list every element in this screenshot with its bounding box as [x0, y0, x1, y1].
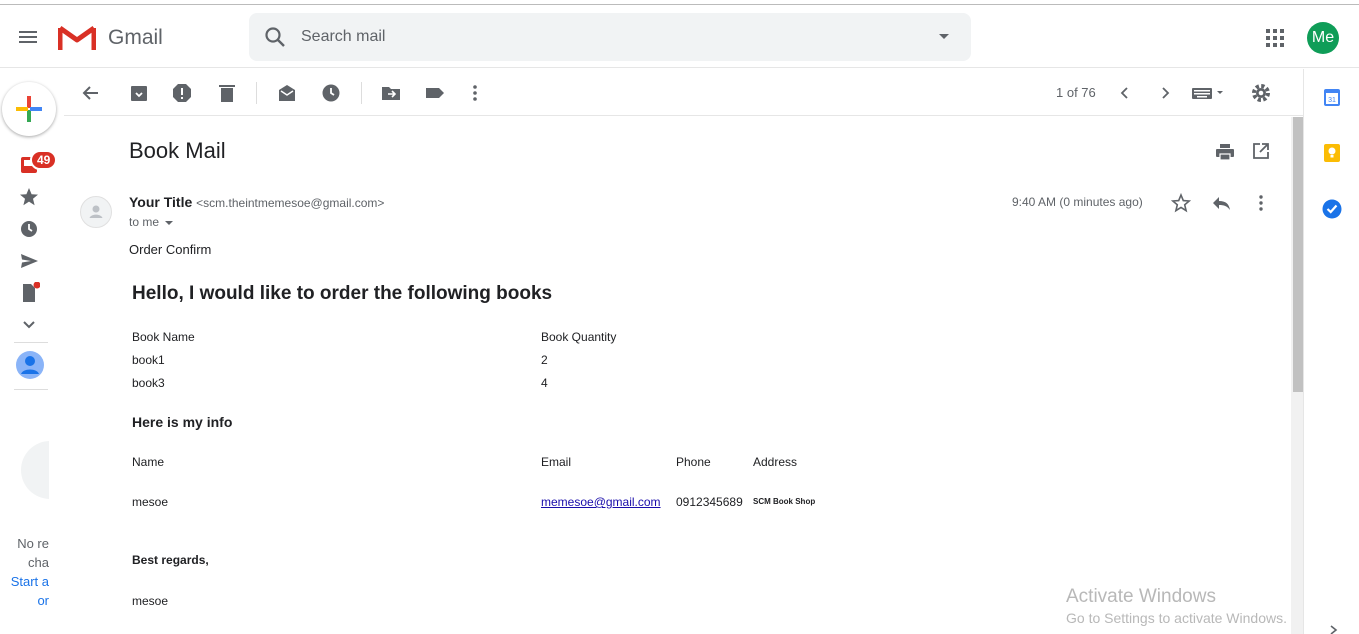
person-icon	[89, 205, 103, 218]
brand-name: Gmail	[108, 26, 163, 49]
sender-avatar[interactable]	[80, 196, 112, 228]
clock-icon[interactable]	[320, 82, 342, 104]
svg-text:31: 31	[1328, 97, 1336, 104]
sender-email: <scm.theintmemesoe@gmail.com>	[196, 196, 385, 210]
archive-icon[interactable]	[128, 82, 150, 104]
search-options-dropdown-icon[interactable]	[939, 34, 949, 39]
open-in-new-icon[interactable]	[1251, 141, 1271, 161]
compose-button[interactable]	[2, 82, 56, 136]
sender-name: Your Title	[129, 194, 193, 210]
recipient-label: to me	[129, 215, 160, 229]
email-subject: Book Mail	[129, 138, 226, 163]
start-chat-link[interactable]: or	[37, 593, 49, 608]
book-quantity-cell: 4	[541, 376, 548, 390]
customer-email-link[interactable]: memesoe@gmail.com	[541, 495, 661, 509]
closing-text: Best regards,	[132, 553, 209, 567]
start-chat-link[interactable]: Start a	[11, 574, 49, 589]
message-toolbar: 1 of 76	[64, 70, 1304, 116]
books-table-header: Book Quantity	[541, 330, 617, 344]
account-avatar[interactable]: Me	[1307, 22, 1339, 54]
hamburger-icon	[19, 31, 37, 33]
customer-address-cell: SCM Book Shop	[753, 497, 816, 506]
label-icon[interactable]	[424, 82, 446, 104]
more-vert-icon[interactable]	[1251, 193, 1271, 213]
chat-empty-text: cha	[28, 555, 49, 570]
compose-plus-icon	[16, 96, 42, 122]
info-table-header: Name	[132, 455, 165, 469]
drafts-icon[interactable]	[18, 282, 40, 304]
calendar-icon[interactable]: 31	[1323, 87, 1341, 107]
tasks-icon[interactable]	[1322, 199, 1342, 219]
rail-divider	[14, 389, 48, 390]
main-menu-button[interactable]	[17, 28, 39, 46]
sent-icon[interactable]	[18, 250, 40, 272]
report-spam-icon[interactable]	[171, 82, 193, 104]
chevron-right-icon[interactable]	[1154, 82, 1176, 104]
rail-divider	[14, 342, 48, 343]
info-table-header: Email	[541, 455, 572, 469]
gear-icon[interactable]	[1250, 82, 1272, 104]
mark-unread-icon[interactable]	[276, 82, 298, 104]
chevron-down-icon	[165, 220, 174, 225]
hangouts-avatar-icon[interactable]	[16, 351, 44, 379]
keep-icon[interactable]	[1323, 143, 1341, 163]
move-to-icon[interactable]	[380, 82, 402, 104]
search-icon[interactable]	[263, 25, 287, 49]
chevron-left-icon[interactable]	[1114, 82, 1136, 104]
keyboard-input-icon[interactable]	[1190, 82, 1230, 104]
toolbar-divider	[361, 82, 362, 104]
chat-placeholder-icon	[21, 441, 49, 499]
search-bar	[249, 13, 971, 61]
customer-phone-cell: 0912345689	[676, 495, 743, 509]
print-icon[interactable]	[1214, 142, 1236, 162]
scrollbar-thumb[interactable]	[1293, 117, 1303, 392]
email-timestamp: 9:40 AM (0 minutes ago)	[1012, 195, 1143, 209]
info-table-header: Phone	[676, 455, 711, 469]
window-top-border	[0, 0, 1359, 5]
sender-line: Your Title <scm.theintmemesoe@gmail.com>	[129, 194, 384, 210]
activate-windows-subtitle: Go to Settings to activate Windows.	[1066, 610, 1287, 626]
top-header: Gmail Me	[0, 6, 1359, 68]
books-table-header: Book Name	[132, 330, 195, 344]
chevron-right-icon[interactable]	[1328, 625, 1340, 634]
info-heading: Here is my info	[132, 414, 233, 430]
reply-icon[interactable]	[1210, 193, 1232, 213]
book-quantity-cell: 2	[541, 353, 548, 367]
trash-icon[interactable]	[216, 82, 238, 104]
book-name-cell: book3	[132, 376, 165, 390]
star-icon[interactable]	[1171, 193, 1191, 213]
activate-windows-title: Activate Windows	[1066, 586, 1216, 607]
customer-name-cell: mesoe	[132, 495, 169, 509]
pagination-text: 1 of 76	[1056, 85, 1096, 100]
snoozed-clock-icon[interactable]	[18, 218, 40, 240]
recipient-details-toggle[interactable]: to me	[129, 215, 174, 229]
info-table-header: Address	[753, 455, 798, 469]
signature-text: mesoe	[132, 594, 169, 608]
email-intro-text: Order Confirm	[129, 242, 212, 257]
chat-panel: No re cha Start a or	[0, 430, 49, 630]
toolbar-divider	[256, 82, 257, 104]
side-panel: 31	[1303, 69, 1359, 634]
search-input[interactable]	[301, 23, 901, 51]
inbox-unread-badge: 49	[30, 150, 58, 170]
email-heading: Hello, I would like to order the followi…	[132, 283, 553, 304]
expand-more-icon[interactable]	[18, 314, 40, 336]
chat-empty-text: No re	[17, 536, 49, 551]
star-icon[interactable]	[18, 186, 40, 208]
gmail-logo-icon[interactable]	[58, 24, 96, 52]
book-name-cell: book1	[132, 353, 165, 367]
arrow-left-icon[interactable]	[80, 82, 102, 104]
google-apps-icon[interactable]	[1266, 29, 1284, 47]
more-vert-icon[interactable]	[464, 82, 486, 104]
